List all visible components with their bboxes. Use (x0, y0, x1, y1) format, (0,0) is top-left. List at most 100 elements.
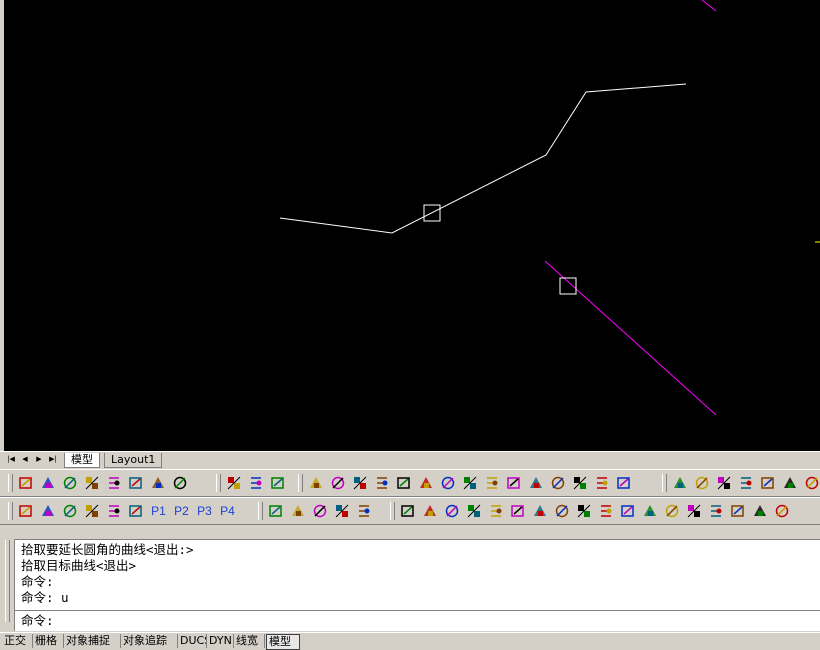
camera-icon[interactable] (59, 500, 81, 522)
text-edit-icon[interactable] (37, 472, 59, 494)
tools-icon[interactable] (309, 500, 331, 522)
globe-link-icon[interactable] (331, 500, 353, 522)
tab-layout1[interactable]: Layout1 (104, 453, 163, 468)
dimension-h-icon[interactable] (349, 472, 371, 494)
last-tab-icon[interactable]: ▶| (48, 454, 58, 465)
model-space[interactable] (4, 0, 820, 451)
magenta-line[interactable] (544, 260, 717, 416)
white-polyline[interactable] (279, 83, 687, 234)
layout-3-icon[interactable] (801, 472, 820, 494)
flag-icon[interactable] (81, 500, 103, 522)
layout-tab-strip: |◀ ◀ ▶ ▶| 模型 Layout1 (0, 451, 820, 468)
lock-icon[interactable] (15, 500, 37, 522)
open-folder-icon[interactable] (37, 500, 59, 522)
edit-4-icon[interactable] (463, 500, 485, 522)
grid-p-icon[interactable] (103, 500, 125, 522)
edit-5-icon[interactable] (485, 500, 507, 522)
toolbar-grip[interactable] (216, 474, 221, 492)
toolbar-row-1 (0, 469, 820, 497)
command-window-grip[interactable] (0, 532, 14, 630)
edit-15-icon[interactable] (705, 500, 727, 522)
toolbar-group (660, 472, 820, 494)
file-save-icon[interactable] (353, 500, 375, 522)
wizard-1-icon[interactable] (669, 472, 691, 494)
history-line: 拾取目标曲线<退出> (21, 558, 137, 573)
edit-8-icon[interactable] (551, 500, 573, 522)
dimension-elev-icon[interactable] (393, 472, 415, 494)
dimension-v-icon[interactable] (371, 472, 393, 494)
edit-11-icon[interactable] (617, 500, 639, 522)
layout-2-icon[interactable] (779, 472, 801, 494)
p-button-3[interactable]: P3 (193, 500, 216, 522)
command-input-row: 命令: (15, 610, 820, 631)
p-button-2[interactable]: P2 (170, 500, 193, 522)
underline-icon[interactable] (503, 472, 525, 494)
toolbar-group (256, 500, 375, 522)
edit-18-icon[interactable] (771, 500, 793, 522)
array-icon[interactable] (569, 472, 591, 494)
text-align-icon[interactable] (125, 472, 147, 494)
command-input[interactable] (63, 612, 807, 631)
edit-6-icon[interactable] (507, 500, 529, 522)
status-model-button[interactable]: 模型 (266, 634, 300, 650)
edit-12-icon[interactable] (639, 500, 661, 522)
highlight-icon[interactable] (525, 472, 547, 494)
wizard-3-icon[interactable] (713, 472, 735, 494)
edit-16-icon[interactable] (727, 500, 749, 522)
rotate-text-icon[interactable] (481, 472, 503, 494)
first-tab-icon[interactable]: |◀ (6, 454, 16, 465)
edit-13-icon[interactable] (661, 500, 683, 522)
dimension-icon[interactable] (287, 500, 309, 522)
text-tool-icon[interactable] (169, 472, 191, 494)
toolbar-grip[interactable] (258, 502, 263, 520)
xdata-icon[interactable] (265, 500, 287, 522)
calculator-icon[interactable] (613, 472, 635, 494)
p-button-4[interactable]: P4 (216, 500, 239, 522)
z-coord-icon[interactable] (437, 472, 459, 494)
p-box-icon[interactable] (125, 500, 147, 522)
toolbar-grip[interactable] (8, 474, 13, 492)
toolbar-grip[interactable] (8, 502, 13, 520)
pencil-icon[interactable] (459, 472, 481, 494)
toolbar-grip[interactable] (390, 502, 395, 520)
command-window: 拾取要延长圆角的曲线<退出:> 拾取目标曲线<退出> 命令: 命令: u 命令: (14, 539, 820, 631)
check-text-icon[interactable] (81, 472, 103, 494)
drawing-canvas[interactable] (4, 0, 820, 451)
edit-1-icon[interactable] (397, 500, 419, 522)
layout-1-icon[interactable] (757, 472, 779, 494)
edit-2-icon[interactable] (419, 500, 441, 522)
parallel-lines-icon[interactable] (245, 472, 267, 494)
magenta-line-top[interactable] (701, 0, 717, 12)
edit-9-icon[interactable] (573, 500, 595, 522)
wizard-4-icon[interactable] (735, 472, 757, 494)
dimension-text-icon[interactable] (59, 472, 81, 494)
tab-model[interactable]: 模型 (64, 453, 100, 468)
multiline-text-icon[interactable] (147, 472, 169, 494)
text-style-icon[interactable] (15, 472, 37, 494)
toolbar-grip[interactable] (662, 474, 667, 492)
toolbar-group (296, 472, 635, 494)
next-tab-icon[interactable]: ▶ (34, 454, 44, 465)
gear-tool-icon[interactable] (305, 472, 327, 494)
command-history: 拾取要延长圆角的曲线<退出:> 拾取目标曲线<退出> 命令: 命令: u (21, 542, 811, 608)
toolbar-group (388, 500, 793, 522)
text-replace-icon[interactable] (103, 472, 125, 494)
lock-icon[interactable] (223, 472, 245, 494)
toolbar-group (214, 472, 289, 494)
p-button-1[interactable]: P1 (147, 500, 170, 522)
box-yellow-icon[interactable] (415, 472, 437, 494)
rectangle-tool-icon[interactable] (327, 472, 349, 494)
toolbar-row-2: P1 P2 P3 P4 (0, 497, 820, 525)
hatch-icon[interactable] (267, 472, 289, 494)
gear-tool-2-icon[interactable] (547, 472, 569, 494)
edit-3-icon[interactable] (441, 500, 463, 522)
move-icon[interactable] (591, 472, 613, 494)
edit-14-icon[interactable] (683, 500, 705, 522)
edit-17-icon[interactable] (749, 500, 771, 522)
history-line: 命令: (21, 574, 54, 589)
toolbar-grip[interactable] (298, 474, 303, 492)
edit-7-icon[interactable] (529, 500, 551, 522)
prev-tab-icon[interactable]: ◀ (20, 454, 30, 465)
wizard-2-icon[interactable] (691, 472, 713, 494)
edit-10-icon[interactable] (595, 500, 617, 522)
